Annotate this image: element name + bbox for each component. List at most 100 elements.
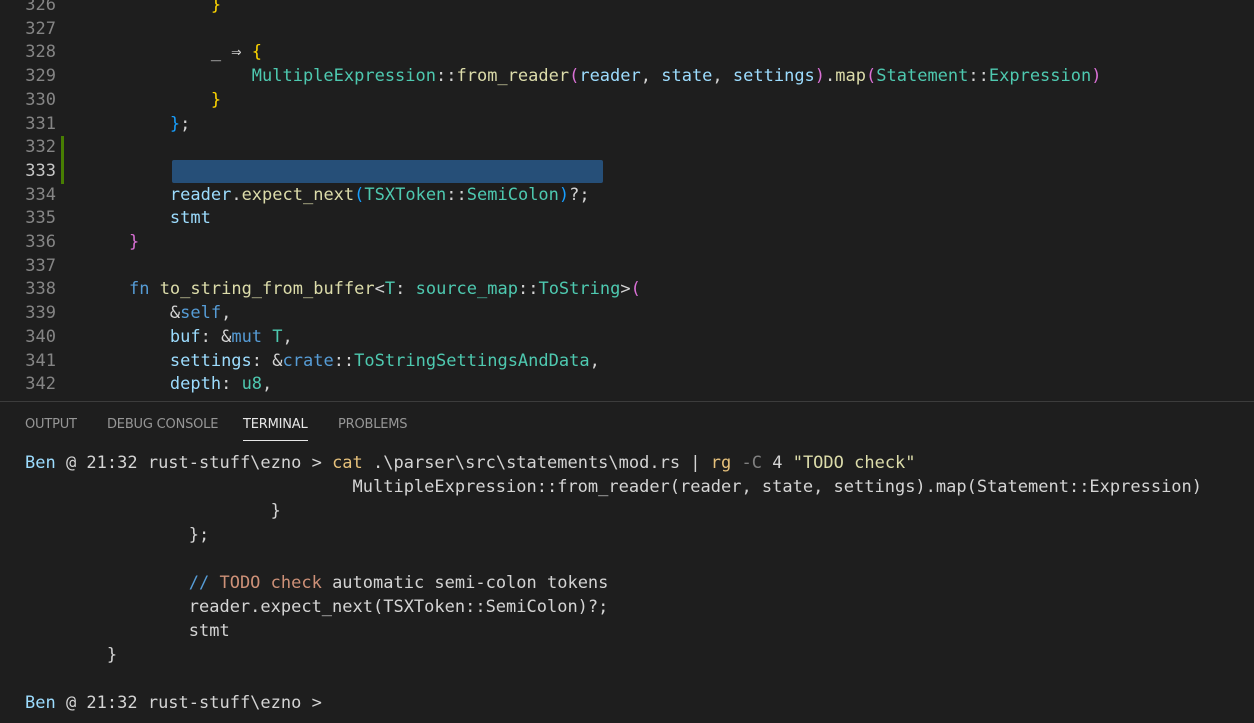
code-token: reader [579, 66, 641, 87]
code-token: ( [354, 184, 365, 205]
line-number: 330 [25, 89, 56, 110]
tab-debug-console[interactable]: DEBUG CONSOLE [107, 416, 218, 440]
code-line[interactable]: 332 [0, 135, 1254, 159]
code-line[interactable]: 327 [0, 17, 1254, 41]
line-number: 336 [25, 232, 56, 252]
line-number: 331 [25, 113, 56, 134]
code-token: :: [333, 350, 355, 371]
code-token: , [589, 350, 600, 371]
code-token: . [231, 184, 242, 205]
terminal-token: reader.expect_next(TSXToken::SemiColon)?… [25, 597, 609, 617]
code-token: ( [630, 279, 641, 300]
terminal-line: stmt [25, 619, 230, 643]
code-line[interactable]: 338 fn to_string_from_buffer<T: source_m… [0, 277, 1254, 301]
line-number: 326 [25, 0, 56, 15]
terminal-token: .\parser\src\statements\mod.rs | [362, 453, 711, 473]
line-code: }; [88, 112, 191, 136]
code-line[interactable]: 334 reader.expect_next(TSXToken::SemiCol… [0, 183, 1254, 207]
terminal-token: MultipleExpression::from_reader(reader, … [25, 477, 1203, 497]
line-number: 334 [25, 184, 56, 205]
terminal-line: } [25, 499, 281, 523]
code-token: , [262, 374, 273, 395]
code-token: state [661, 66, 713, 87]
terminal-line: Ben @ 21:32 rust-stuff\ezno > [25, 691, 322, 715]
code-editor[interactable]: 326 } 327 328 _ ⇒ {329 MultipleExpression:… [0, 0, 1254, 401]
code-line[interactable]: 331 }; [0, 112, 1254, 136]
code-token: : [395, 279, 416, 300]
code-token: _ ⇒ [210, 42, 252, 63]
code-token: expect_next [241, 184, 355, 205]
code-token: ) [814, 66, 826, 87]
code-token: T [272, 326, 283, 347]
code-token: fn [128, 279, 150, 300]
panel-tabs: OUTPUT DEBUG CONSOLE TERMINAL PROBLEMS [0, 402, 1254, 442]
code-line[interactable]: 341 settings: &crate::ToStringSettingsAn… [0, 349, 1254, 373]
code-token: :: [968, 66, 989, 87]
code-token: > [620, 279, 631, 300]
line-code: MultipleExpression::from_reader(reader, … [88, 64, 1102, 88]
code-token: to_string_from_buffer [159, 279, 375, 300]
line-code: } [88, 230, 139, 254]
code-token: & [169, 303, 181, 324]
code-token: ) [558, 184, 570, 205]
code-token: , [221, 303, 232, 324]
terminal-line: // TODO check automatic semi-colon token… [25, 571, 609, 595]
code-line[interactable]: 342 depth: u8, [0, 372, 1254, 396]
code-line[interactable]: 339 &self, [0, 301, 1254, 325]
bottom-panel: OUTPUT DEBUG CONSOLE TERMINAL PROBLEMS B… [0, 401, 1254, 723]
code-token: , [282, 326, 293, 347]
code-token: , [640, 66, 662, 87]
code-token: crate [282, 350, 334, 371]
code-token: stmt [169, 208, 211, 229]
code-token: } [169, 113, 181, 134]
code-token: ; [180, 113, 191, 134]
code-line[interactable]: 329 MultipleExpression::from_reader(read… [0, 64, 1254, 88]
terminal-token: TODO check [219, 573, 322, 593]
terminal-line: reader.expect_next(TSXToken::SemiColon)?… [25, 595, 609, 619]
terminal-line: }; [25, 523, 209, 547]
terminal-token: // [25, 573, 220, 593]
line-number: 327 [25, 18, 56, 39]
code-token: map [835, 66, 867, 87]
terminal-line: } [25, 643, 117, 667]
code-token: SemiColon [466, 184, 559, 205]
terminal-token: Ben [25, 693, 56, 713]
code-token: :: [436, 66, 457, 87]
code-line[interactable]: 328 _ ⇒ { [0, 40, 1254, 64]
tab-terminal[interactable]: TERMINAL [243, 416, 308, 441]
code-line[interactable]: 335 stmt [0, 206, 1254, 230]
code-line[interactable]: 337 [0, 254, 1254, 278]
code-token: u8 [241, 374, 263, 395]
terminal-line: MultipleExpression::from_reader(reader, … [25, 475, 1203, 499]
tab-problems[interactable]: PROBLEMS [338, 416, 408, 440]
code-line[interactable]: 330 } [0, 88, 1254, 112]
line-number: 340 [25, 326, 56, 347]
code-line[interactable]: 333 [0, 159, 1254, 183]
code-token: ( [569, 66, 580, 87]
line-number: 338 [25, 279, 56, 300]
code-line[interactable]: 336 } [0, 230, 1254, 254]
tab-output[interactable]: OUTPUT [25, 416, 77, 440]
line-code: _ ⇒ { [88, 40, 262, 64]
code-token: :: [517, 279, 539, 300]
terminal-token: } [25, 645, 118, 665]
code-line[interactable]: 340 buf: &mut T, [0, 325, 1254, 349]
code-line[interactable]: 326 } [0, 0, 1254, 17]
code-token: :: [446, 184, 467, 205]
code-token: settings [169, 350, 252, 371]
code-token: ToStringSettingsAndData [354, 350, 590, 371]
code-token: mut [231, 326, 263, 347]
line-number: 328 [25, 42, 56, 63]
line-code: stmt [88, 206, 211, 230]
line-code: depth: u8, [88, 372, 272, 396]
code-token: MultipleExpression [251, 66, 436, 87]
